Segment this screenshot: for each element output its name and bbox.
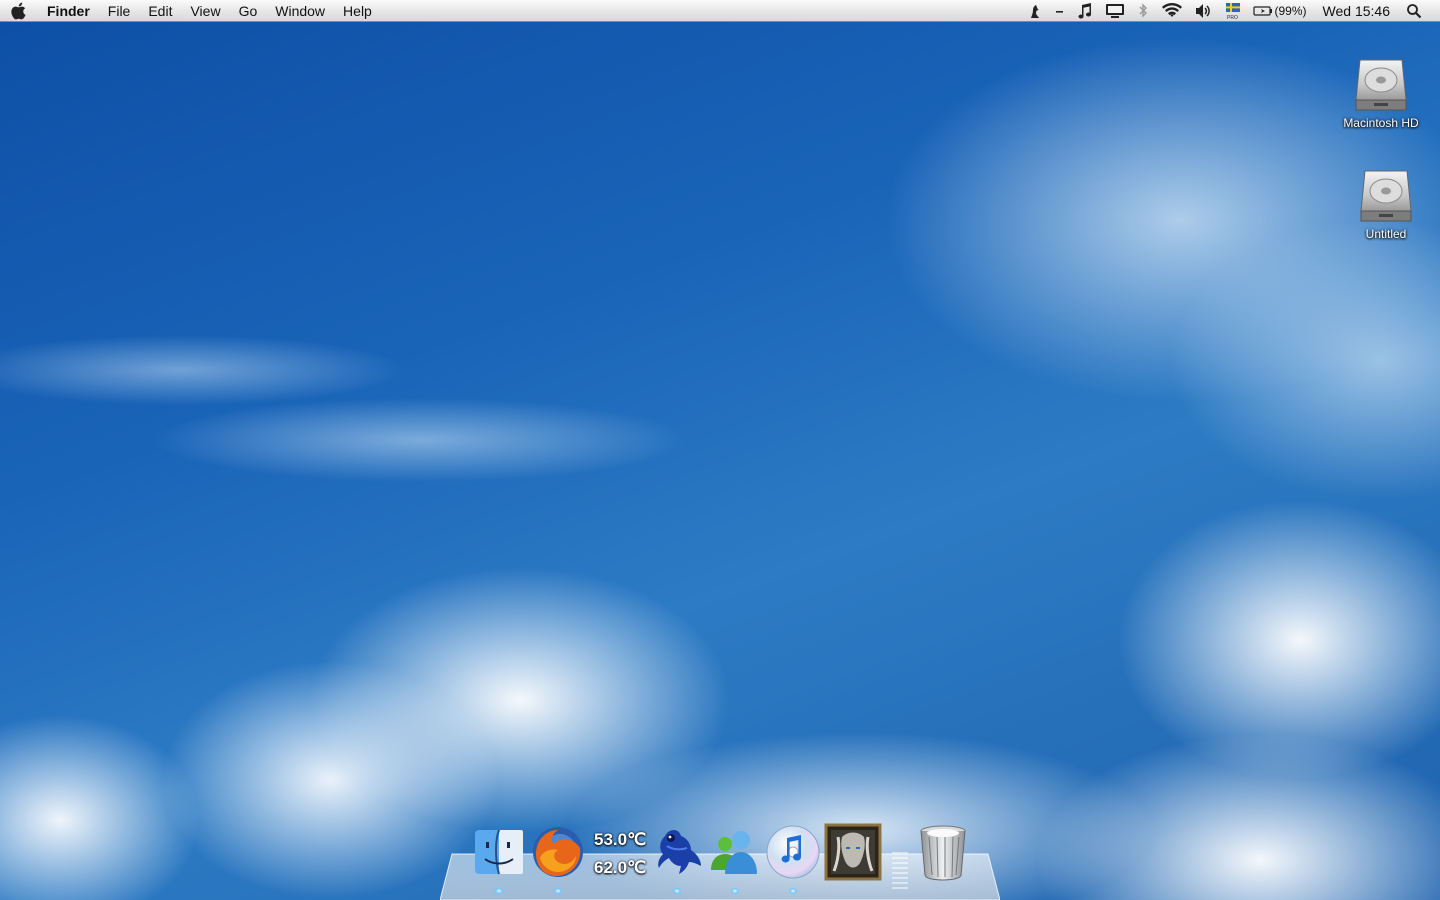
running-indicator bbox=[789, 888, 797, 894]
desktop-icon-untitled[interactable]: Untitled bbox=[1336, 167, 1436, 243]
battery-icon[interactable]: (99%) bbox=[1252, 0, 1307, 22]
menu-edit[interactable]: Edit bbox=[139, 0, 181, 22]
desktop[interactable]: Finder File Edit View Go Window Help PRO… bbox=[0, 0, 1440, 900]
dock-separator bbox=[892, 852, 908, 892]
running-indicator bbox=[495, 888, 503, 894]
desktop-icon-macintosh-hd[interactable]: Macintosh HD bbox=[1331, 56, 1431, 132]
bluetooth-icon[interactable] bbox=[1137, 0, 1149, 22]
menu-window[interactable]: Window bbox=[266, 0, 334, 22]
music-note-icon[interactable] bbox=[1077, 0, 1093, 22]
hard-drive-icon bbox=[1359, 167, 1413, 223]
running-indicator bbox=[731, 888, 739, 894]
dock-item-itunes[interactable] bbox=[764, 822, 822, 894]
volume-icon[interactable] bbox=[1195, 0, 1213, 22]
dock-item-finder[interactable] bbox=[470, 822, 528, 894]
menu-file[interactable]: File bbox=[99, 0, 140, 22]
magnifier-icon[interactable] bbox=[1406, 0, 1422, 22]
apple-icon[interactable] bbox=[0, 0, 38, 22]
dock-item-messenger[interactable] bbox=[706, 822, 764, 894]
dock-item-firefox[interactable] bbox=[529, 822, 587, 894]
menu-app-finder[interactable]: Finder bbox=[38, 0, 99, 22]
trash-icon bbox=[920, 825, 966, 881]
wifi-icon[interactable] bbox=[1161, 0, 1183, 22]
itunes-icon bbox=[766, 825, 820, 879]
dock-item-adium[interactable] bbox=[648, 822, 706, 894]
running-indicator bbox=[554, 888, 562, 894]
menu-view[interactable]: View bbox=[181, 0, 229, 22]
running-indicator bbox=[673, 888, 681, 894]
svg-text:PRO: PRO bbox=[1227, 15, 1238, 20]
battery-percent: (99%) bbox=[1274, 3, 1307, 18]
messenger-icon bbox=[711, 831, 757, 874]
menu-bar: Finder File Edit View Go Window Help PRO… bbox=[0, 0, 1440, 22]
dock-item-trash[interactable] bbox=[914, 822, 972, 882]
script-icon[interactable] bbox=[1027, 0, 1043, 22]
dash-icon[interactable] bbox=[1055, 0, 1065, 22]
menu-go[interactable]: Go bbox=[230, 0, 267, 22]
menu-help[interactable]: Help bbox=[334, 0, 381, 22]
flag-icon[interactable]: PRO bbox=[1225, 0, 1241, 22]
firefox-icon bbox=[533, 827, 583, 877]
game-portrait-icon bbox=[824, 823, 882, 881]
dock: 53.0℃ 62.0℃ bbox=[470, 822, 980, 894]
menubar-clock[interactable]: Wed 15:46 bbox=[1323, 3, 1390, 19]
finder-icon bbox=[475, 829, 523, 875]
frog-icon bbox=[658, 830, 701, 874]
hard-drive-icon bbox=[1354, 56, 1408, 112]
display-icon[interactable] bbox=[1105, 0, 1125, 22]
desktop-icon-label: Macintosh HD bbox=[1343, 116, 1419, 130]
dock-item-warcraft[interactable] bbox=[824, 822, 882, 882]
desktop-icon-label: Untitled bbox=[1365, 227, 1407, 241]
